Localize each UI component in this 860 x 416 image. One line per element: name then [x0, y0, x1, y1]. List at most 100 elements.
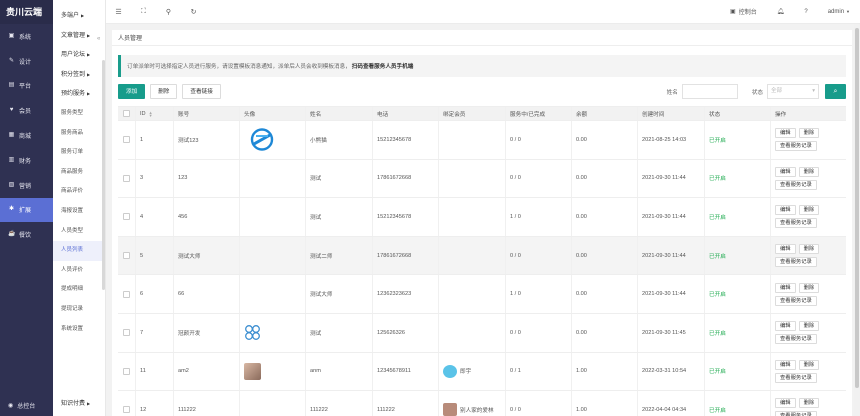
page-scrollbar[interactable] [854, 24, 860, 416]
edit-button[interactable]: 编辑 [775, 321, 796, 332]
name-filter-input[interactable] [681, 84, 738, 99]
sidebar-item-3[interactable]: ♥ 会员 [0, 98, 53, 123]
row-delete-button[interactable]: 删除 [798, 282, 820, 293]
row-checkbox[interactable] [123, 174, 130, 182]
subnav-item-11[interactable]: 人员类型 [53, 222, 105, 242]
subnav-item-7[interactable]: 服务订单 [53, 143, 105, 163]
notice-link[interactable]: 扫码查看服务人员手机端 [352, 62, 414, 70]
row-checkbox[interactable] [123, 406, 130, 414]
row-checkbox[interactable] [123, 252, 130, 260]
subnav-item-16[interactable]: 系统设置 [53, 320, 105, 340]
column-header: 服务中/已完成 [506, 107, 572, 120]
cell-text-account: 测试大师 [178, 253, 201, 260]
cell-text-account: 测试123 [178, 137, 199, 144]
view-records-button[interactable]: 查看服务记录 [775, 295, 817, 306]
collapse-chevron-icon[interactable]: « [97, 36, 100, 42]
cell-text-name: 测试二师 [310, 253, 333, 260]
subnav-item-14[interactable]: 提成明细 [53, 280, 105, 300]
view-records-button[interactable]: 查看服务记录 [775, 218, 817, 229]
sort-icon[interactable]: ▲ ▼ [149, 110, 153, 117]
fullscreen-icon[interactable]: ⛶ [131, 8, 156, 16]
table-row[interactable]: 7 冠颜开发 测试 125626326 0 / 0 0.00 2021-09-30 11:4… [118, 313, 846, 353]
help-icon[interactable]: ? [794, 9, 817, 15]
row-delete-button[interactable]: 删除 [798, 359, 820, 370]
row-delete-button[interactable]: 删除 [798, 321, 820, 332]
view-records-button[interactable]: 查看服务记录 [775, 179, 817, 190]
subnav-item-8[interactable]: 商品服务 [53, 163, 105, 183]
page-scrollbar-thumb[interactable] [855, 28, 859, 388]
refresh-icon[interactable]: ↻ [181, 8, 206, 16]
delete-button[interactable]: 删除 [150, 84, 178, 99]
row-delete-button[interactable]: 删除 [798, 166, 820, 177]
bell-icon[interactable]: 🔔︎ [767, 8, 795, 15]
subnav-item-15[interactable]: 提现记录 [53, 300, 105, 320]
search-button[interactable]: ⌕ [825, 84, 846, 99]
table-row[interactable]: 4 456 测试 15212345678 1 / 0 0.00 2021-09-30 11:… [118, 198, 846, 237]
edit-button[interactable]: 编辑 [775, 282, 796, 293]
row-checkbox[interactable] [123, 213, 130, 221]
sub-sidebar-scrollbar[interactable] [102, 60, 105, 290]
link-icon[interactable]: ⚲ [156, 8, 181, 16]
table-row[interactable]: 11 am2 anm 12345678911 即宇 0 / 1 1.00 2022-03-31… [118, 352, 846, 392]
row-checkbox[interactable] [123, 367, 130, 375]
subnav-item-2[interactable]: 用户论坛 ▶ [53, 45, 105, 65]
menu-toggle-icon[interactable]: ☰ [106, 8, 131, 16]
sidebar-item-0[interactable]: ▣ 系统 [0, 24, 53, 49]
subnav-item-10[interactable]: 海报设置 [53, 202, 105, 222]
status-filter-select[interactable]: 全部 ▾ [767, 84, 819, 99]
row-delete-button[interactable]: 删除 [798, 205, 820, 216]
sidebar-item-6[interactable]: ▧ 营销 [0, 173, 53, 198]
view-records-button[interactable]: 查看服务记录 [775, 141, 817, 152]
sidebar-item-8[interactable]: ☕ 餐饮 [0, 222, 53, 247]
sidebar-item-5[interactable]: ▥ 财务 [0, 148, 53, 173]
edit-button[interactable]: 编辑 [775, 359, 796, 370]
sidebar-footer-console[interactable]: ◉ 总控台 [0, 394, 53, 416]
view-records-button[interactable]: 查看服务记录 [775, 411, 817, 416]
add-button[interactable]: 添加 [118, 84, 146, 99]
subnav-item-3[interactable]: 积分签到 ▶ [53, 65, 105, 85]
table-row[interactable]: 1 测试123 小熊猫 15212345678 0 / 0 0.00 2021-08-25 … [118, 121, 846, 160]
sidebar-item-1[interactable]: ✎ 设计 [0, 49, 53, 74]
sidebar-item-2[interactable]: ▤ 平台 [0, 74, 53, 99]
edit-button[interactable]: 编辑 [775, 244, 796, 255]
view-link-button[interactable]: 查看链接 [182, 84, 221, 99]
subnav-item-13[interactable]: 人员评价 [53, 261, 105, 281]
row-checkbox[interactable] [123, 329, 130, 337]
view-records-button[interactable]: 查看服务记录 [775, 334, 817, 345]
sidebar-item-4[interactable]: ▦ 商城 [0, 123, 53, 148]
user-menu[interactable]: admin ▼ [818, 9, 860, 15]
cell-text-name: anm [310, 368, 321, 375]
row-delete-button[interactable]: 删除 [798, 244, 820, 255]
subnav-item-6[interactable]: 服务商品 [53, 124, 105, 144]
row-delete-button[interactable]: 删除 [798, 398, 820, 409]
dashboard-button[interactable]: ▣ 控制台 [720, 7, 767, 16]
subnav-item-12[interactable]: 人员列表 [53, 241, 105, 261]
subnav-item-0[interactable]: 多端户 ▶ [53, 6, 105, 26]
sidebar-item-7[interactable]: ✱ 扩展 [0, 197, 53, 223]
ops-row: 编辑 删除 [775, 205, 820, 216]
subnav-item-5[interactable]: 服务类型 [53, 104, 105, 124]
table-row[interactable]: 6 66 测试大师 12362323623 1 / 0 0.00 2021-09-30 11… [118, 275, 846, 314]
table-row[interactable]: 12 111222 111222 111222 别人家的爱林 0 / 0 1.00 2022-… [118, 391, 846, 416]
table-row[interactable]: 3 123 测试 17861672668 0 / 0 0.00 2021-09-30 11:… [118, 159, 846, 199]
subnav-item-17[interactable]: 知识付费 ▶ [53, 394, 106, 414]
view-records-button[interactable]: 查看服务记录 [775, 257, 817, 268]
column-header-label: 状态 [709, 111, 721, 118]
cell-service: 0 / 0 [506, 121, 572, 159]
edit-button[interactable]: 编辑 [775, 166, 796, 177]
subnav-item-label: 商品评价 [61, 188, 84, 195]
subnav-item-4[interactable]: 预约服务 ▶ [53, 84, 105, 104]
row-checkbox[interactable] [123, 290, 130, 298]
edit-button[interactable]: 编辑 [775, 205, 796, 216]
edit-button[interactable]: 编辑 [775, 398, 796, 409]
ops-row: 编辑 删除 [775, 166, 820, 177]
subnav-item-9[interactable]: 商品评价 [53, 182, 105, 202]
edit-button[interactable]: 编辑 [775, 128, 796, 139]
table-row[interactable]: 5 测试大师 测试二师 17861672668 0 / 0 0.00 2021-09-30 … [118, 236, 846, 276]
view-records-button[interactable]: 查看服务记录 [775, 372, 817, 383]
row-delete-button[interactable]: 删除 [798, 128, 820, 139]
cell-text-service: 0 / 0 [510, 406, 521, 413]
row-checkbox[interactable] [123, 136, 130, 144]
column-header-label: 姓名 [310, 111, 322, 118]
select-all-checkbox[interactable] [123, 110, 130, 117]
